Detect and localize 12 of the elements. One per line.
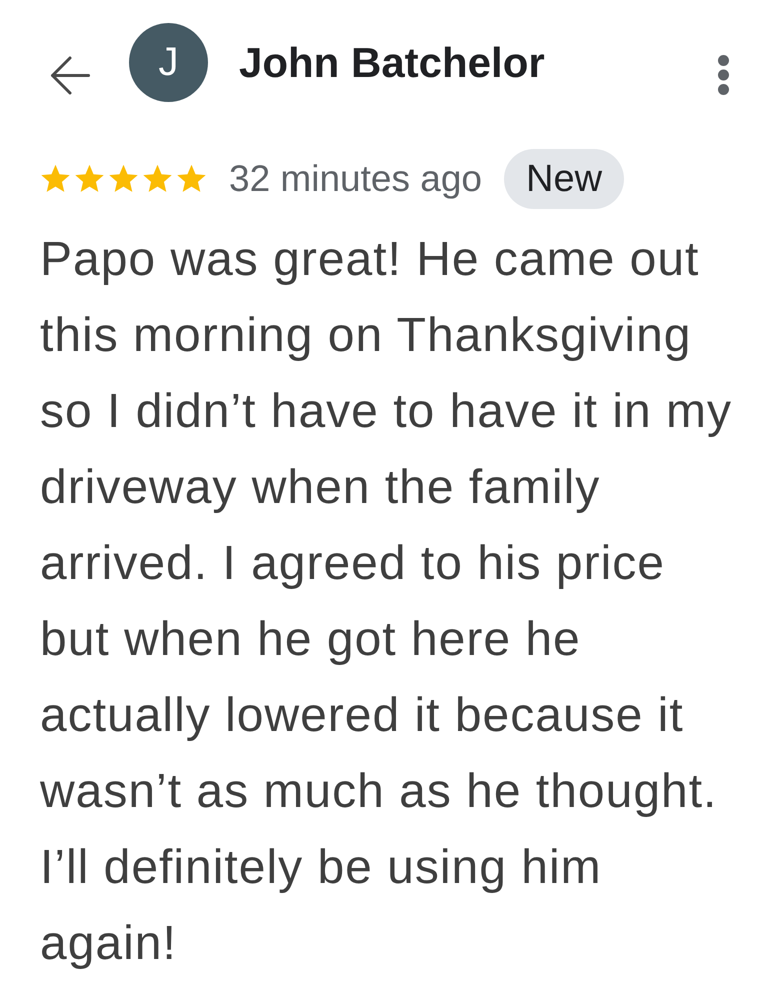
review-time: 32 minutes ago	[229, 158, 482, 200]
star-icon	[108, 164, 139, 194]
review-text: Papo was great! He came out this morning on Thanksgiving so I didn’t have to have it in my driveway when the family arrived. I agreed to his price but when he got here he actually lowered it because it wasn’t as much as he thought. I’ll definitely be using him again!	[40, 232, 732, 972]
reviewer-name: John Batchelor	[239, 39, 545, 87]
star-icon	[40, 164, 71, 194]
back-arrow-icon[interactable]	[50, 56, 90, 95]
star-icon	[176, 164, 207, 194]
star-icon	[74, 164, 105, 194]
avatar-initial: J	[129, 23, 208, 102]
more-options-icon[interactable]	[718, 55, 729, 95]
star-icon	[142, 164, 173, 194]
new-badge: New	[504, 149, 624, 209]
